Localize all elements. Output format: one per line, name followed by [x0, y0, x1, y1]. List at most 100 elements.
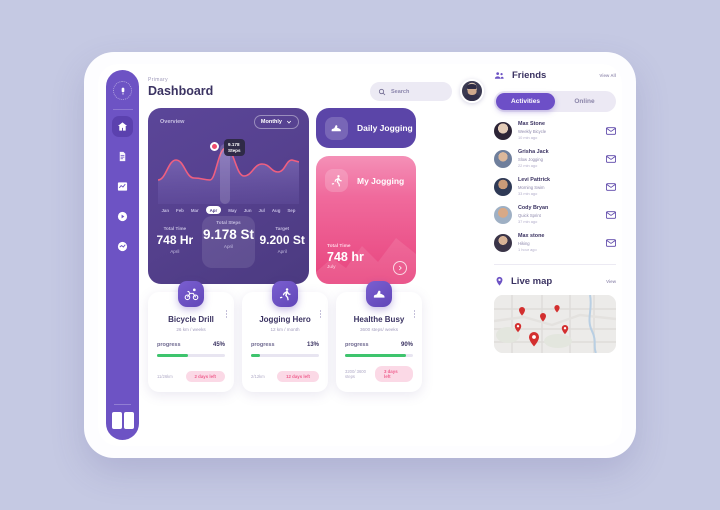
search-input[interactable]: Search [370, 82, 452, 101]
goal-name: Bicycle Drill [168, 315, 214, 324]
right-panel: Friends View All Activities Online Max S… [494, 70, 616, 440]
avatar-body [464, 93, 480, 101]
daily-jogging-card[interactable]: Daily Jogging [316, 108, 416, 148]
friend-list-item[interactable]: Cody Bryan Quick Sprint 37 min ago [494, 205, 616, 224]
my-jogging-title: My Jogging [357, 175, 405, 186]
goal-card-jogging-hero[interactable]: Jogging Hero 12 km / month progress 13% … [242, 281, 328, 392]
sidebar-item-activity[interactable] [112, 236, 133, 257]
stat-label: Target [275, 226, 290, 231]
month-tick[interactable]: May [228, 208, 237, 213]
avatar [494, 149, 512, 168]
goal-detail: 3200/ 3600 steps [345, 369, 366, 379]
stat-month: April [223, 244, 234, 249]
stat-label: Total Steps [216, 220, 241, 225]
my-jogging-next-button[interactable] [393, 261, 407, 275]
chart-active-point[interactable] [210, 142, 219, 151]
sidebar-item-statistics[interactable] [112, 176, 133, 197]
mail-icon [606, 126, 616, 135]
friend-info: Cody Bryan Quick Sprint 37 min ago [518, 205, 600, 224]
stat-value: 748 Hr [156, 233, 194, 247]
stat-total-time: Total Time 748 Hr April [148, 220, 202, 268]
mail-icon [606, 238, 616, 247]
friend-activity: Morning Swim [518, 184, 545, 190]
sidebar-item-home[interactable] [112, 116, 133, 137]
stat-month: April [277, 249, 287, 254]
range-select-value: Monthly [260, 119, 282, 125]
chart-tooltip: 9.178 Steps [224, 139, 245, 157]
runner-icon [325, 169, 348, 192]
my-jogging-card[interactable]: My Jogging Total Time 748 hr July [316, 156, 416, 284]
range-select[interactable]: Monthly [253, 115, 299, 129]
stat-month: April [170, 249, 180, 254]
month-tick[interactable]: Jan [161, 208, 169, 213]
avatar [494, 177, 512, 196]
location-pin-icon [496, 276, 503, 286]
chevron-down-icon [286, 120, 292, 124]
friend-info: Max Stone Weekly Bicycle 10 min ago [518, 121, 600, 140]
page-title: Dashboard [148, 84, 214, 98]
live-map-view-link[interactable]: View [606, 279, 616, 284]
month-tick[interactable]: Jun [244, 208, 252, 213]
month-tick[interactable]: Aug [272, 208, 281, 213]
month-tick[interactable]: Sep [287, 208, 295, 213]
friend-name: Levi Pattrick [518, 177, 551, 183]
goal-days-left-badge: 3 days left [374, 366, 413, 382]
goal-progress-track [345, 354, 413, 357]
month-tick[interactable]: Mar [191, 208, 199, 213]
goal-progress-row: progress 45% [157, 342, 225, 348]
friends-view-all-link[interactable]: View All [599, 73, 616, 78]
friend-info: Max stone Hiking 1 hour ago [518, 233, 600, 252]
avatar-hair [466, 84, 478, 90]
runner-icon [272, 281, 298, 307]
friend-activity: Slow Jogging [518, 156, 543, 162]
live-map-preview[interactable] [494, 295, 616, 353]
goal-days-left-badge: 12 days left [277, 371, 319, 382]
friend-name: Cody Bryan [518, 205, 549, 211]
sidebar-bottom [106, 404, 139, 440]
friend-list-item[interactable]: Grisha Jack Slow Jogging 22 min ago [494, 149, 616, 168]
month-tick-active[interactable]: Apr [205, 206, 222, 214]
tablet-frame: Primary Dashboard Search Overview Monthl… [84, 52, 636, 458]
friend-activity: Quick Sprint [518, 212, 541, 218]
goal-card-healthe-busy[interactable]: Healthe Busy 3600 steps/ weeks progress … [336, 281, 422, 392]
friend-list-item[interactable]: Levi Pattrick Morning Swim 33 min ago [494, 177, 616, 196]
friend-time: 10 min ago [518, 135, 538, 140]
friend-info: Levi Pattrick Morning Swim 33 min ago [518, 177, 600, 196]
tooltip-unit: Steps [228, 147, 241, 153]
book-icon[interactable] [111, 412, 134, 429]
tablet-screen: Primary Dashboard Search Overview Monthl… [98, 64, 622, 446]
friend-time: 33 min ago [518, 191, 538, 196]
month-tick[interactable]: Jul [259, 208, 265, 213]
goal-card-bicycle-drill[interactable]: Bicycle Drill 26 km / weeks progress 45%… [148, 281, 234, 392]
goal-progress-label: progress [251, 342, 275, 348]
stat-target: Target 9.200 St April [255, 220, 309, 268]
friend-name: Grisha Jack [518, 149, 549, 155]
goal-progress-track [251, 354, 319, 357]
goal-name: Healthe Busy [353, 315, 405, 324]
goal-card-list: Bicycle Drill 26 km / weeks progress 45%… [148, 281, 422, 392]
tab-online[interactable]: Online [555, 93, 614, 110]
avatar [494, 121, 512, 140]
goal-footer: 11/26km 2 days left [157, 371, 225, 382]
friend-list-item[interactable]: Max Stone Weekly Bicycle 10 min ago [494, 121, 616, 140]
goal-subtitle: 12 km / month [270, 327, 300, 332]
friend-time: 1 hour ago [518, 247, 537, 252]
tab-activities[interactable]: Activities [496, 93, 555, 110]
logo-icon[interactable] [113, 81, 132, 100]
goal-progress-row: progress 13% [251, 342, 319, 348]
friend-info: Grisha Jack Slow Jogging 22 min ago [518, 149, 600, 168]
friends-header: Friends View All [494, 70, 616, 81]
friend-activity: Weekly Bicycle [518, 128, 547, 134]
search-placeholder: Search [391, 88, 410, 95]
overview-card: Overview Monthly 9.178 Steps Jan Feb Mar… [148, 108, 309, 284]
month-tick[interactable]: Feb [176, 208, 184, 213]
live-map-title: Live map [511, 276, 553, 287]
sidebar-item-documents[interactable] [112, 146, 133, 167]
sidebar-item-workouts[interactable] [112, 206, 133, 227]
my-jogging-stat-month: July [327, 265, 336, 270]
avatar[interactable] [460, 79, 484, 103]
goal-progress-fill [157, 354, 188, 357]
friend-list-item[interactable]: Max stone Hiking 1 hour ago [494, 233, 616, 252]
goal-progress-percent: 45% [212, 342, 225, 348]
mail-icon [606, 182, 616, 191]
